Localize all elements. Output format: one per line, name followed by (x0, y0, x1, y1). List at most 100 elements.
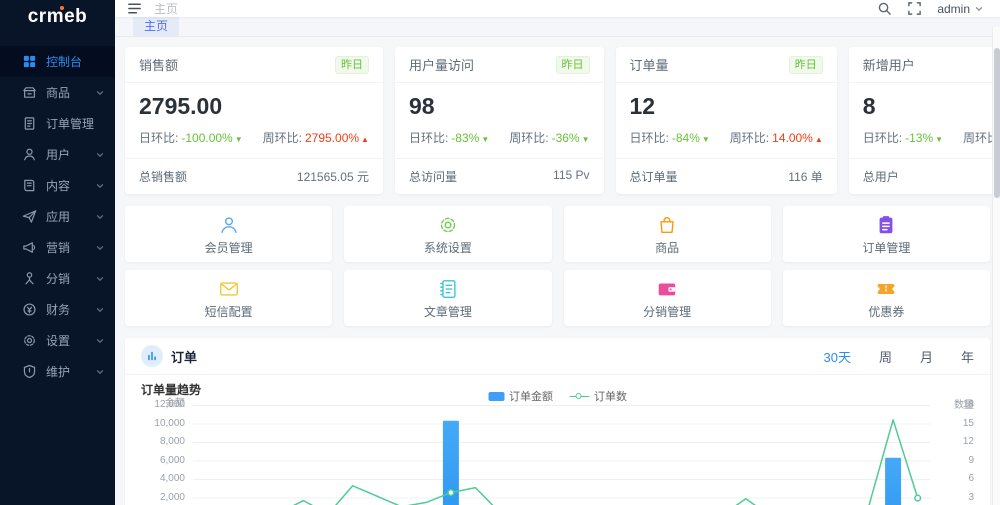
article-icon (437, 277, 459, 301)
range-tab-3[interactable]: 年 (961, 347, 974, 366)
shortcut-4[interactable]: 短信配置 (125, 270, 333, 326)
sidebar-item-label: 用户 (46, 148, 71, 162)
member-icon (218, 213, 240, 237)
shortcut-label: 会员管理 (204, 240, 253, 255)
sidebar-item-7[interactable]: 分销 (0, 263, 115, 294)
sidebar-item-4[interactable]: 内容 (0, 170, 115, 201)
sidebar-item-1[interactable]: 商品 (0, 77, 115, 108)
scrollbar[interactable] (992, 27, 1000, 505)
fullscreen-icon[interactable] (907, 1, 922, 16)
chart-card-header: 订单 30天 周 月 年 (125, 338, 990, 375)
status-badge: 昨日 (555, 55, 590, 74)
app-window: crmeb 控制台 商品 订单管理 用户 内容 应用 营销 分销 财务 设置 维护 主页 admin (0, 0, 1000, 505)
sidebar-item-label: 维护 (46, 365, 71, 379)
trend-down-icon: ▼ (481, 135, 490, 144)
stat-footer-label: 总访问量 (408, 170, 457, 184)
sidebar-item-8[interactable]: 财务 (0, 294, 115, 325)
shortcut-2[interactable]: 商品 (563, 206, 771, 262)
sidebar: crmeb 控制台商品订单管理用户内容 应用营销分销财务设置维护 (0, 0, 115, 505)
chart-plot (193, 405, 930, 505)
y-right-tick: 15 (962, 417, 974, 429)
goods-bag-icon (656, 213, 678, 237)
shortcut-6[interactable]: 分销管理 (563, 270, 771, 326)
chevron-down-icon (95, 88, 105, 98)
stat-card: 销售额 昨日 2795.00 日环比: -100.00% ▼ 周环比: 2795.00% ▲ 总销… (125, 47, 383, 194)
shortcut-0[interactable]: 会员管理 (125, 206, 333, 262)
y-right-tick: 6 (968, 473, 974, 484)
trend-up-icon: ▲ (814, 135, 823, 144)
search-icon[interactable] (877, 1, 892, 16)
scrollbar-thumb[interactable] (994, 48, 1000, 198)
stat-card-value: 12 (629, 93, 656, 119)
shortcut-label: 文章管理 (423, 304, 472, 319)
order-clipboard-icon (875, 213, 897, 237)
stat-footer-label: 总订单量 (629, 170, 678, 184)
gear-icon (437, 213, 459, 237)
stat-card-value: 2795.00 (139, 93, 223, 119)
stat-card: 新增用户昨日8日环比:-13%▼周环比:-43%▼总用户351 人 (848, 47, 1000, 194)
range-tab-0[interactable]: 30天 (823, 347, 850, 366)
stat-card-value: 8 (862, 93, 876, 119)
day-ratio: 日环比: -84% ▼ (629, 131, 710, 145)
sidebar-item-5[interactable]: 应用 (0, 201, 115, 232)
stat-card-title: 订单量 (629, 58, 669, 73)
order-icon (22, 116, 37, 131)
sidebar-item-6[interactable]: 营销 (0, 232, 115, 263)
marketing-icon (22, 240, 37, 255)
stat-card: 用户量访问 昨日 98 日环比: -83% ▼ 周环比: -36% ▼ 总访问量 115 Pv (394, 47, 604, 194)
user-icon (22, 147, 37, 162)
chevron-down-icon (95, 181, 105, 191)
coupon-ticket-icon (875, 277, 897, 301)
trend-down-icon: ▼ (701, 135, 710, 144)
shortcut-7[interactable]: 优惠券 (782, 270, 990, 326)
dashboard-icon (22, 54, 37, 69)
y-left-tick: 6,000 (159, 454, 185, 466)
sms-mail-icon (218, 277, 240, 301)
sidebar-item-10[interactable]: 维护 (0, 356, 115, 387)
legend-item-order-amount[interactable]: 订单金额 (488, 388, 553, 404)
finance-icon (22, 302, 37, 317)
chevron-down-icon (95, 243, 105, 253)
maintenance-icon (22, 364, 37, 379)
app-logo[interactable]: crmeb (0, 0, 115, 34)
logo-accent-dot (60, 6, 64, 10)
chevron-down-icon (95, 212, 105, 222)
shortcut-5[interactable]: 文章管理 (344, 270, 552, 326)
tab-home[interactable]: 主页 (133, 17, 180, 36)
menu-toggle-icon[interactable] (127, 1, 142, 16)
trend-up-icon: ▲ (361, 135, 369, 144)
shortcut-label: 优惠券 (868, 304, 905, 319)
user-name: admin (937, 1, 970, 16)
dashboard-content: 销售额 昨日 2795.00 日环比: -100.00% ▼ 周环比: 2795.00% ▲ 总销… (115, 37, 1000, 505)
bar-chart-icon (141, 345, 163, 367)
range-tab-1[interactable]: 周 (879, 347, 892, 366)
sidebar-item-label: 商品 (46, 86, 71, 100)
stat-footer-label: 总用户 (862, 170, 899, 184)
legend-item-order-count[interactable]: 订单数 (569, 388, 627, 404)
main-area: 主页 admin 主页 销售额 昨日 2795.00 日环比: -100.00% ▼ 周环比… (115, 0, 1000, 505)
shortcut-3[interactable]: 订单管理 (782, 206, 990, 262)
sidebar-item-label: 营销 (46, 241, 71, 255)
chart-card-title: 订单 (171, 349, 198, 365)
chevron-down-icon (95, 305, 105, 315)
sidebar-item-9[interactable]: 设置 (0, 325, 115, 356)
sidebar-item-label: 设置 (46, 334, 71, 348)
sidebar-item-2[interactable]: 订单管理 (0, 108, 115, 139)
sidebar-item-3[interactable]: 用户 (0, 139, 115, 170)
range-tab-2[interactable]: 月 (920, 347, 933, 366)
chevron-down-icon (95, 336, 105, 346)
distribution-icon (22, 271, 37, 286)
sidebar-item-0[interactable]: 控制台 (0, 46, 115, 77)
shortcut-label: 短信配置 (204, 304, 253, 319)
breadcrumb: 主页 (154, 2, 179, 16)
shortcut-1[interactable]: 系统设置 (344, 206, 552, 262)
sidebar-item-label: 财务 (46, 303, 71, 317)
chart-body: 订单量趋势 订单金额 订单数 金额 数量 12,000 10,000 8,000 6,0… (141, 379, 974, 505)
chevron-down-icon (95, 150, 105, 160)
chart-range-tabs: 30天 周 月 年 (823, 347, 974, 366)
user-menu[interactable]: admin (937, 2, 984, 16)
y-left-tick: 4,000 (159, 473, 185, 484)
sidebar-menu: 控制台商品订单管理用户内容 应用营销分销财务设置维护 (0, 46, 115, 387)
distribution-wallet-icon (656, 277, 678, 301)
trend-down-icon: ▼ (234, 135, 243, 144)
